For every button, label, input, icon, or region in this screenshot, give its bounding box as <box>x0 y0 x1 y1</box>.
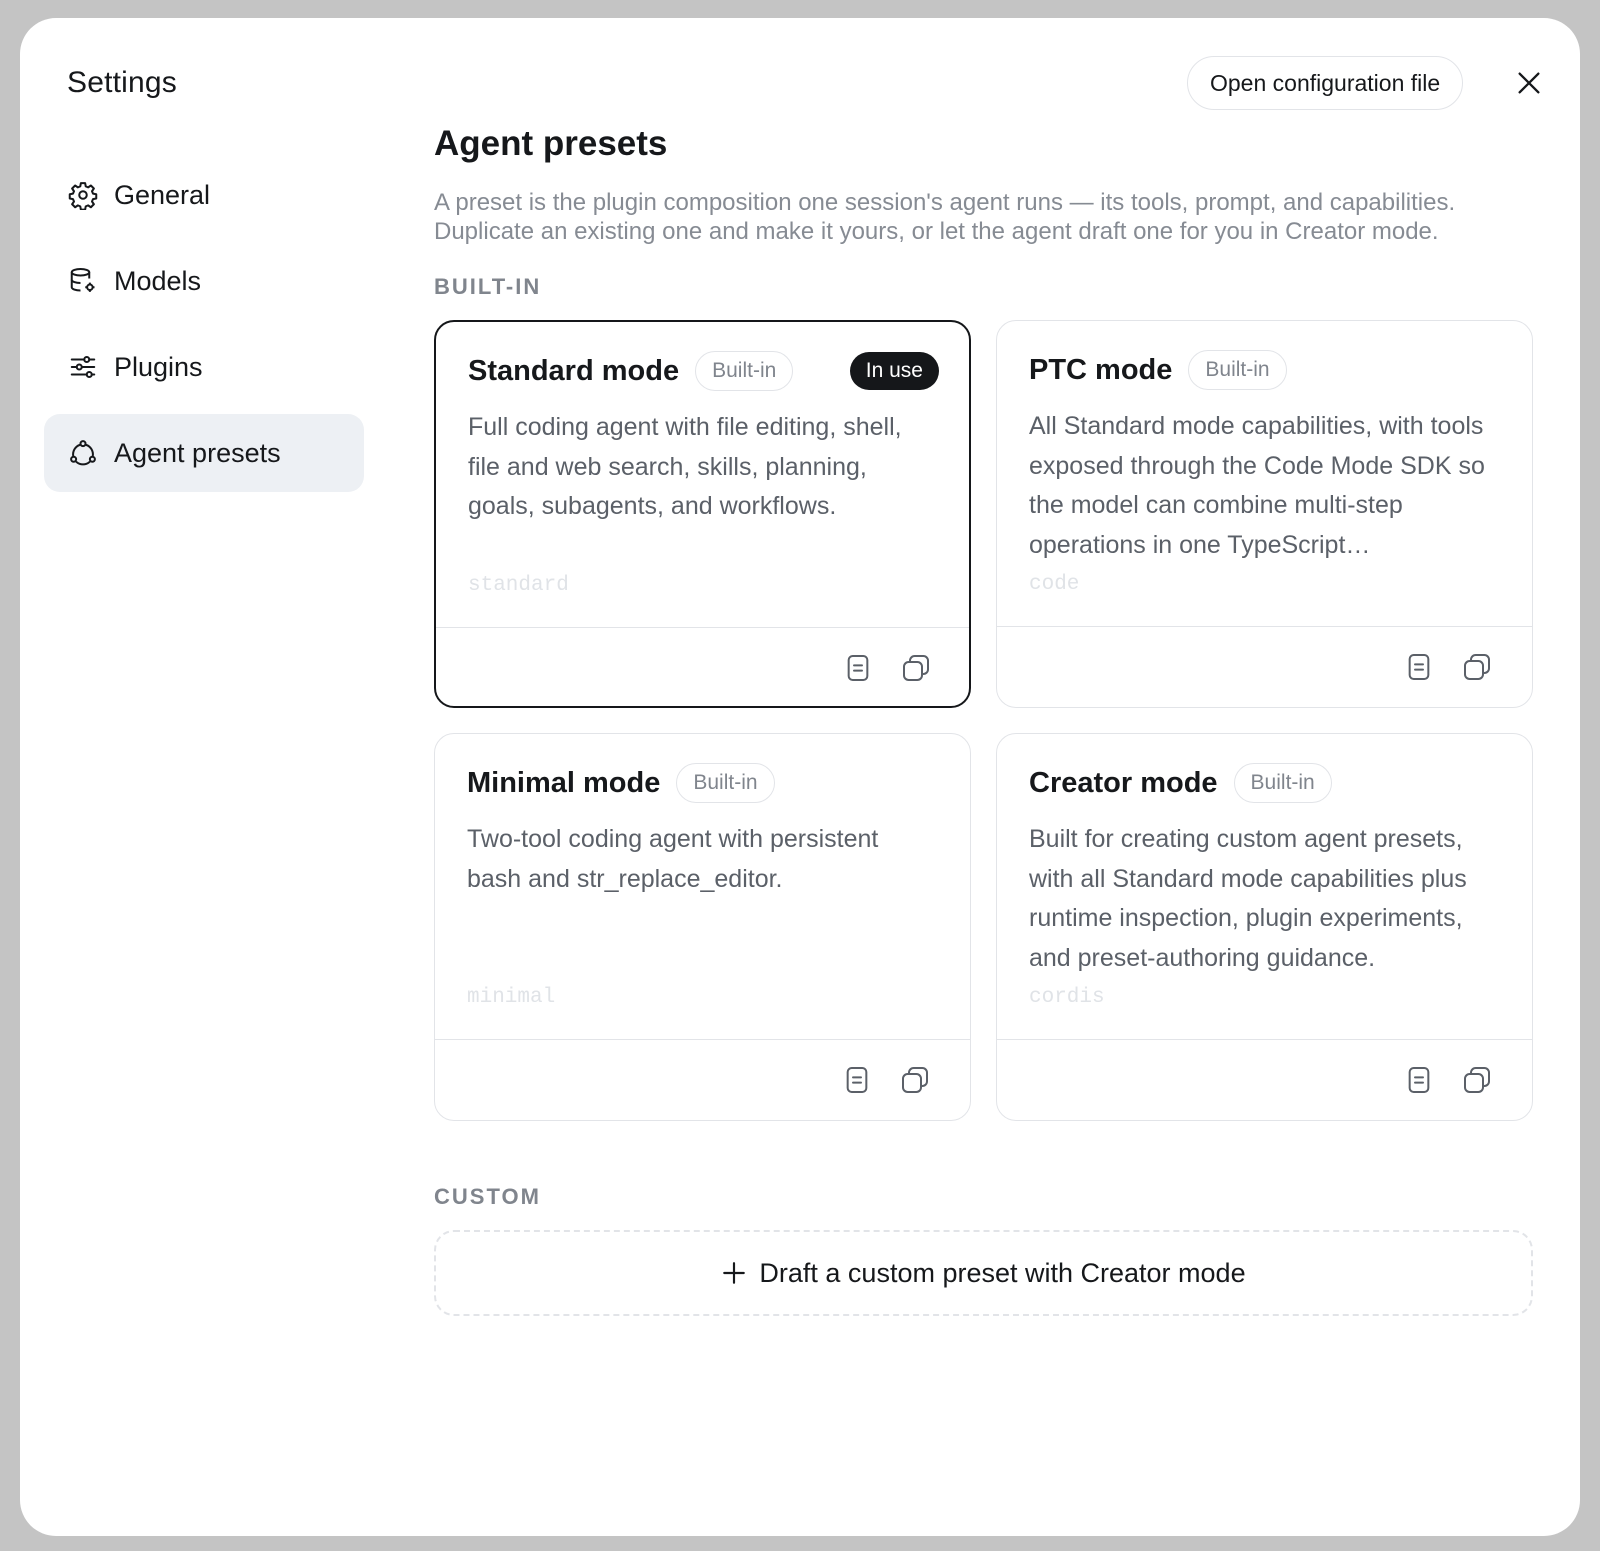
preset-slug: standard <box>468 574 569 597</box>
sidebar-item-label: Models <box>114 265 202 296</box>
preset-slug: minimal <box>467 986 556 1009</box>
draft-custom-preset-button[interactable]: Draft a custom preset with Creator mode <box>434 1230 1533 1316</box>
card-footer <box>997 626 1532 707</box>
preset-name: Creator mode <box>1029 766 1218 799</box>
duplicate-preset-button[interactable] <box>897 1062 933 1098</box>
page-description: A preset is the plugin composition one s… <box>434 189 1456 245</box>
plus-icon <box>721 1260 747 1286</box>
preset-description: Full coding agent with file editing, she… <box>468 413 902 520</box>
preset-description: Built for creating custom agent presets,… <box>1029 825 1467 972</box>
document-icon <box>847 655 869 681</box>
sidebar-item-models[interactable]: Models <box>44 242 364 320</box>
preset-description: All Standard mode capabilities, with too… <box>1029 412 1485 559</box>
card-header: PTC mode Built-in <box>1029 349 1502 391</box>
card-header: Creator mode Built-in <box>1029 762 1502 804</box>
duplicate-icon <box>1464 654 1490 680</box>
sliders-icon <box>68 352 98 382</box>
presets-grid: Standard mode Built-in In use Full codin… <box>434 320 1534 1121</box>
view-preset-button[interactable] <box>1401 1062 1437 1098</box>
sidebar-item-label: Agent presets <box>114 437 281 468</box>
preset-description: Two-tool coding agent with persistent ba… <box>467 825 879 893</box>
view-preset-button[interactable] <box>840 650 876 686</box>
duplicate-preset-button[interactable] <box>1459 649 1495 685</box>
duplicate-icon <box>1464 1067 1490 1093</box>
settings-modal: Settings General Models Plugins Agent pr… <box>20 18 1580 1536</box>
built-in-badge: Built-in <box>1188 350 1287 390</box>
preset-name: PTC mode <box>1029 353 1173 386</box>
sidebar-item-label: General <box>114 179 211 210</box>
page-title: Agent presets <box>434 124 668 163</box>
view-preset-button[interactable] <box>1401 649 1437 685</box>
built-in-badge: Built-in <box>695 351 794 391</box>
card-footer <box>436 627 969 706</box>
document-icon <box>846 1067 868 1093</box>
card-header: Minimal mode Built-in <box>467 762 940 804</box>
settings-sidebar: General Models Plugins Agent presets <box>44 156 364 500</box>
card-header: Standard mode Built-in In use <box>468 350 939 392</box>
card-footer <box>997 1039 1532 1120</box>
document-icon <box>1408 654 1430 680</box>
draft-button-label: Draft a custom preset with Creator mode <box>759 1257 1246 1288</box>
in-use-badge: In use <box>849 352 939 390</box>
document-icon <box>1408 1067 1430 1093</box>
sidebar-item-agent-presets[interactable]: Agent presets <box>44 414 364 492</box>
settings-title: Settings <box>67 66 177 99</box>
preset-slug: code <box>1029 573 1080 596</box>
preset-card-ptc[interactable]: PTC mode Built-in All Standard mode capa… <box>996 320 1533 708</box>
sidebar-item-plugins[interactable]: Plugins <box>44 328 364 406</box>
duplicate-preset-button[interactable] <box>1459 1062 1495 1098</box>
preset-name: Minimal mode <box>467 766 661 799</box>
database-gear-icon <box>68 266 98 296</box>
built-in-badge: Built-in <box>1233 763 1332 803</box>
section-label-custom: CUSTOM <box>434 1184 541 1209</box>
sidebar-item-label: Plugins <box>114 351 203 382</box>
sidebar-item-general[interactable]: General <box>44 156 364 234</box>
close-icon <box>1518 72 1540 94</box>
main-content: Agent presets A preset is the plugin com… <box>434 124 1534 1316</box>
view-preset-button[interactable] <box>839 1062 875 1098</box>
card-footer <box>435 1039 970 1120</box>
duplicate-icon <box>902 1067 928 1093</box>
duplicate-preset-button[interactable] <box>898 650 934 686</box>
preset-card-creator[interactable]: Creator mode Built-in Built for creating… <box>996 733 1533 1121</box>
duplicate-icon <box>903 655 929 681</box>
preset-slug: cordis <box>1029 986 1105 1009</box>
preset-card-standard[interactable]: Standard mode Built-in In use Full codin… <box>434 320 971 708</box>
built-in-badge: Built-in <box>676 763 775 803</box>
section-label-built-in: BUILT-IN <box>434 274 542 299</box>
open-configuration-file-button[interactable]: Open configuration file <box>1187 56 1464 110</box>
gear-icon <box>68 180 98 210</box>
preset-card-minimal[interactable]: Minimal mode Built-in Two-tool coding ag… <box>434 733 971 1121</box>
presets-icon <box>68 438 98 468</box>
preset-name: Standard mode <box>468 354 680 387</box>
close-button[interactable] <box>1512 66 1546 100</box>
